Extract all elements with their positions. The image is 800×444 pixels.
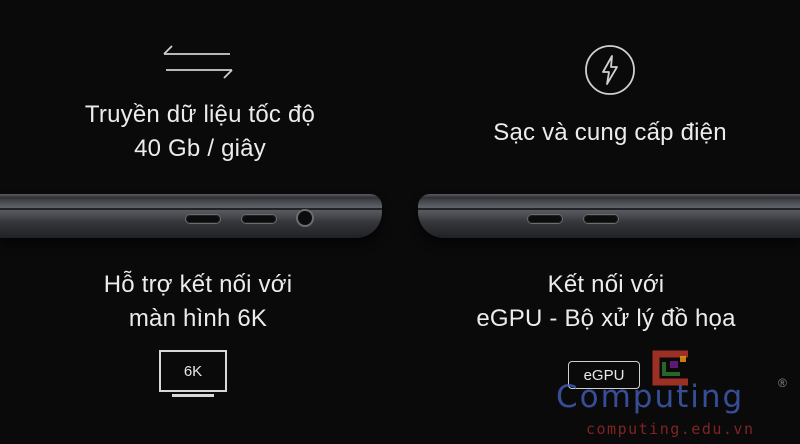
data-transfer-caption: Truyền dữ liệu tốc độ 40 Gb / giây [40, 98, 360, 166]
usb-c-port [584, 215, 618, 223]
transfer-arrows-icon [163, 45, 233, 79]
usb-c-port [186, 215, 220, 223]
monitor-badge-label: 6K [183, 362, 203, 380]
headphone-jack [298, 211, 312, 225]
watermark-registered: ® [778, 376, 787, 390]
data-transfer-line2: 40 Gb / giây [134, 135, 266, 162]
watermark-brand: Computing [556, 379, 745, 415]
egpu-line2: eGPU - Bộ xử lý đồ họa [476, 305, 736, 332]
data-transfer-line1: Truyền dữ liệu tốc độ [84, 101, 316, 128]
display-caption: Hỗ trợ kết nối với màn hình 6K [38, 268, 358, 336]
monitor-icon: 6K [159, 350, 227, 392]
usb-c-port [242, 215, 276, 223]
watermark-url: computing.edu.vn [586, 420, 755, 438]
usb-c-port [528, 215, 562, 223]
display-line1: Hỗ trợ kết nối với [103, 271, 293, 298]
charging-caption: Sạc và cung cấp điện [450, 116, 770, 150]
egpu-caption: Kết nối với eGPU - Bộ xử lý đồ họa [446, 268, 766, 336]
laptop-left-side [0, 194, 382, 238]
display-line2: màn hình 6K [128, 305, 268, 332]
egpu-line1: Kết nối với [547, 271, 665, 298]
laptop-right-side [418, 194, 800, 238]
monitor-stand [172, 394, 214, 397]
lightning-bolt-icon [585, 45, 635, 95]
charging-line1: Sạc và cung cấp điện [493, 119, 727, 146]
